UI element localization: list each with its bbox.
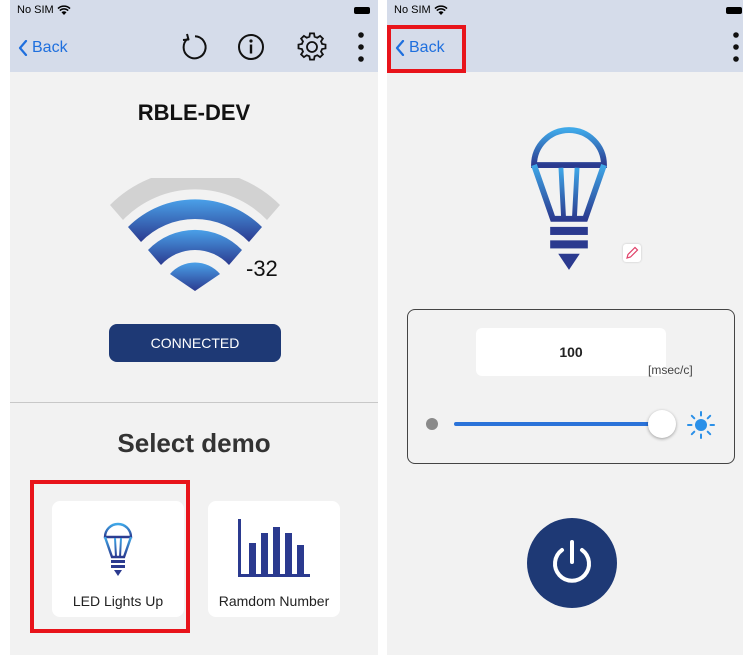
wifi-icon [434,5,448,15]
chevron-left-icon [18,40,28,56]
interval-unit: [msec/c] [648,363,693,377]
carrier-label: No SIM [394,4,431,16]
status-bar: No SIM [10,0,378,22]
battery-icon [354,7,370,14]
power-button[interactable] [527,518,617,608]
highlight-box [387,25,466,73]
slider-track [454,422,664,426]
highlight-box [30,480,190,633]
interval-input[interactable]: 100 [476,328,666,376]
demo-card-random-number[interactable]: Ramdom Number [208,501,340,617]
light-bulb-icon [531,127,607,270]
battery-icon [726,7,742,14]
gear-icon[interactable] [297,32,327,62]
status-bar: No SIM [387,0,743,22]
info-icon[interactable] [236,32,266,62]
brightness-icon [687,411,715,439]
back-label: Back [32,39,68,56]
back-button[interactable]: Back [18,36,68,60]
right-screen: No SIM Back 100 [msec/c] [387,0,743,655]
nav-bar: Back [10,22,378,72]
divider [10,402,378,403]
interval-panel: 100 [msec/c] [407,309,735,464]
more-vertical-icon[interactable] [356,30,366,64]
edit-icon [626,246,639,259]
slider-min-dot [426,418,438,430]
more-vertical-icon[interactable] [731,30,741,64]
demo-card-label: Ramdom Number [218,593,330,609]
slider-thumb[interactable] [648,410,676,438]
device-name: RBLE-DEV [137,100,251,125]
refresh-icon[interactable] [178,32,208,62]
rssi-value: -32 [246,256,278,281]
bar-chart-icon [238,519,310,577]
connected-button[interactable]: CONNECTED [109,324,281,362]
wifi-icon [57,5,71,15]
power-icon [553,540,591,583]
edit-button[interactable] [623,244,641,262]
brightness-slider[interactable] [408,410,736,440]
select-demo-title: Select demo [117,428,271,458]
carrier-label: No SIM [17,4,54,16]
